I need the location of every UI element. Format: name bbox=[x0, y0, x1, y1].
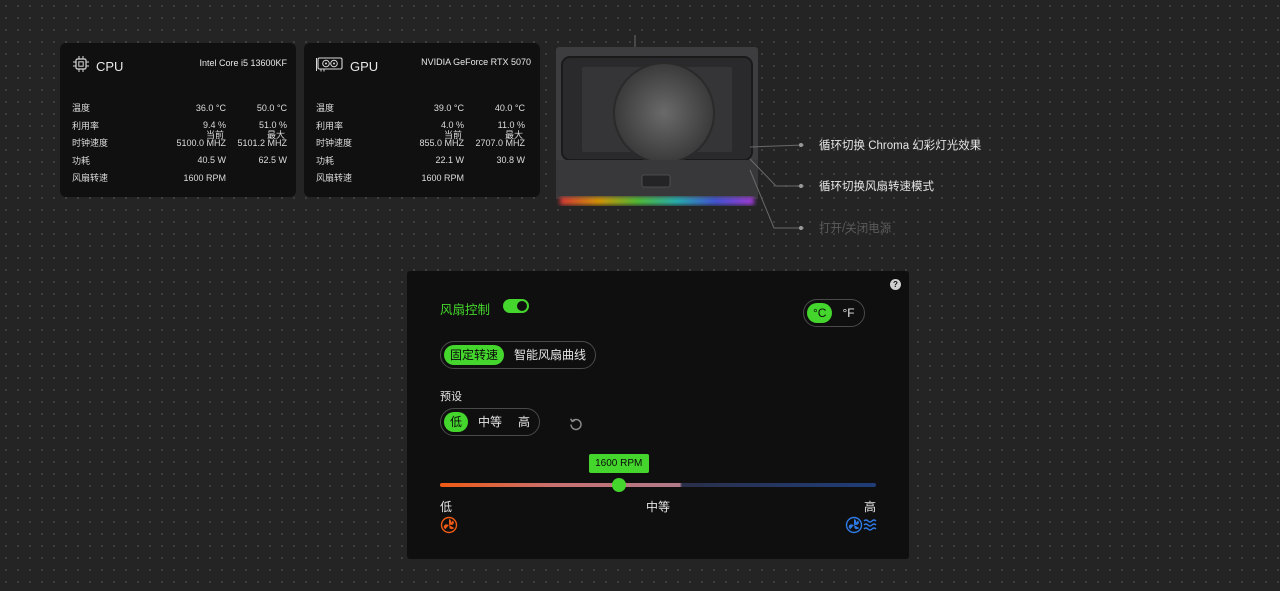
fan-control-toggle[interactable] bbox=[503, 299, 529, 313]
cpu-stats-table: 温度 36.0 °C 50.0 °C 利用率 9.4 % 51.0 % 时钟速度… bbox=[72, 99, 287, 187]
callout-dot bbox=[799, 143, 803, 147]
cpu-model: Intel Core i5 13600KF bbox=[199, 58, 287, 68]
fan-high-icon bbox=[845, 516, 877, 539]
cpu-title: CPU bbox=[96, 59, 124, 74]
preset-medium-option[interactable]: 中等 bbox=[472, 412, 508, 432]
stat-current: 5100.0 MHZ bbox=[176, 137, 226, 148]
scale-low-label: 低 bbox=[440, 500, 453, 514]
table-row: 时钟速度 5100.0 MHZ 5101.2 MHZ bbox=[72, 134, 287, 152]
callout-dot bbox=[799, 226, 803, 230]
table-row: 风扇转速 1600 RPM bbox=[316, 169, 525, 187]
temperature-unit-switch: °C °F bbox=[803, 299, 865, 327]
table-row: 利用率 4.0 % 11.0 % bbox=[316, 117, 525, 135]
stat-max bbox=[226, 169, 287, 187]
gpu-title: GPU bbox=[350, 59, 379, 74]
cpu-chip-icon bbox=[72, 55, 90, 78]
stat-label: 利用率 bbox=[316, 120, 344, 131]
reset-icon[interactable] bbox=[568, 416, 584, 437]
fan-mode-switch: 固定转速 智能风扇曲线 bbox=[440, 341, 597, 369]
mode-smart-curve-option[interactable]: 智能风扇曲线 bbox=[508, 345, 592, 365]
preset-low-option[interactable]: 低 bbox=[444, 412, 469, 432]
stat-max: 40.0 °C bbox=[494, 102, 525, 113]
table-row: 风扇转速 1600 RPM bbox=[72, 169, 287, 187]
gpu-card: GPU NVIDIA GeForce RTX 5070 当前 最大 温度 39.… bbox=[304, 43, 540, 197]
stat-max bbox=[464, 169, 525, 187]
preset-label: 预设 bbox=[440, 391, 462, 403]
stat-current: 40.5 W bbox=[197, 155, 226, 166]
fan-control-label: 风扇控制 bbox=[440, 303, 491, 317]
stat-current: 855.0 MHZ bbox=[419, 137, 464, 148]
callout-fan-mode: 循环切换风扇转速模式 bbox=[819, 181, 934, 193]
fan-speed-slider-track[interactable] bbox=[440, 483, 876, 487]
stat-max: 51.0 % bbox=[258, 120, 287, 131]
stat-current: 36.0 °C bbox=[195, 102, 226, 113]
stat-current: 1600 RPM bbox=[183, 172, 226, 183]
gpu-model: NVIDIA GeForce RTX 5070 bbox=[421, 57, 531, 67]
callout-power: 打开/关闭电源 bbox=[819, 223, 892, 235]
fan-low-icon bbox=[440, 516, 458, 539]
cpu-card: CPU Intel Core i5 13600KF 当前 最大 温度 36.0 … bbox=[60, 43, 296, 197]
stat-label: 时钟速度 bbox=[72, 138, 109, 149]
preset-switch: 低 中等 高 bbox=[440, 408, 541, 436]
table-row: 温度 39.0 °C 40.0 °C bbox=[316, 99, 525, 117]
stat-max: 2707.0 MHZ bbox=[475, 137, 525, 148]
stat-current: 22.1 W bbox=[435, 155, 464, 166]
table-row: 功耗 40.5 W 62.5 W bbox=[72, 152, 287, 170]
stat-current: 9.4 % bbox=[202, 120, 226, 131]
stat-label: 风扇转速 bbox=[316, 173, 353, 184]
stat-label: 功耗 bbox=[316, 155, 335, 166]
table-row: 时钟速度 855.0 MHZ 2707.0 MHZ bbox=[316, 134, 525, 152]
fan-control-panel: ? 风扇控制 °C °F 固定转速 智能风扇曲线 预设 低 中等 高 1600 … bbox=[407, 271, 909, 559]
laptop-cooler-device bbox=[556, 33, 760, 213]
scale-medium-label: 中等 bbox=[646, 500, 671, 514]
stat-max: 5101.2 MHZ bbox=[237, 137, 287, 148]
preset-high-option[interactable]: 高 bbox=[512, 412, 536, 432]
stat-label: 利用率 bbox=[72, 120, 100, 131]
gpu-card-icon bbox=[316, 55, 344, 78]
cpu-header: CPU bbox=[72, 55, 123, 78]
rpm-tooltip: 1600 RPM bbox=[588, 454, 649, 473]
stat-label: 温度 bbox=[316, 103, 335, 114]
mode-fixed-option[interactable]: 固定转速 bbox=[444, 345, 505, 365]
callout-chroma: 循环切换 Chroma 幻彩灯光效果 bbox=[819, 140, 982, 152]
stat-label: 时钟速度 bbox=[316, 138, 353, 149]
stat-current: 39.0 °C bbox=[433, 102, 464, 113]
table-row: 温度 36.0 °C 50.0 °C bbox=[72, 99, 287, 117]
stat-label: 风扇转速 bbox=[72, 173, 109, 184]
stat-current: 1600 RPM bbox=[421, 172, 464, 183]
stat-max: 11.0 % bbox=[497, 120, 525, 131]
scale-high-label: 高 bbox=[864, 500, 877, 514]
table-row: 利用率 9.4 % 51.0 % bbox=[72, 117, 287, 135]
gpu-stats-table: 温度 39.0 °C 40.0 °C 利用率 4.0 % 11.0 % 时钟速度… bbox=[316, 99, 525, 187]
stat-max: 30.8 W bbox=[496, 155, 525, 166]
table-row: 功耗 22.1 W 30.8 W bbox=[316, 152, 525, 170]
gpu-header: GPU bbox=[316, 55, 378, 78]
help-icon[interactable]: ? bbox=[890, 279, 901, 290]
unit-fahrenheit-option[interactable]: °F bbox=[836, 303, 860, 323]
stat-current: 4.0 % bbox=[440, 120, 464, 131]
stat-max: 62.5 W bbox=[258, 155, 287, 166]
unit-celsius-option[interactable]: °C bbox=[807, 303, 833, 323]
fan-speed-slider-thumb[interactable] bbox=[611, 478, 626, 492]
callout-dot bbox=[799, 184, 803, 188]
stat-label: 温度 bbox=[72, 103, 91, 114]
stat-label: 功耗 bbox=[72, 155, 91, 166]
stat-max: 50.0 °C bbox=[256, 102, 287, 113]
